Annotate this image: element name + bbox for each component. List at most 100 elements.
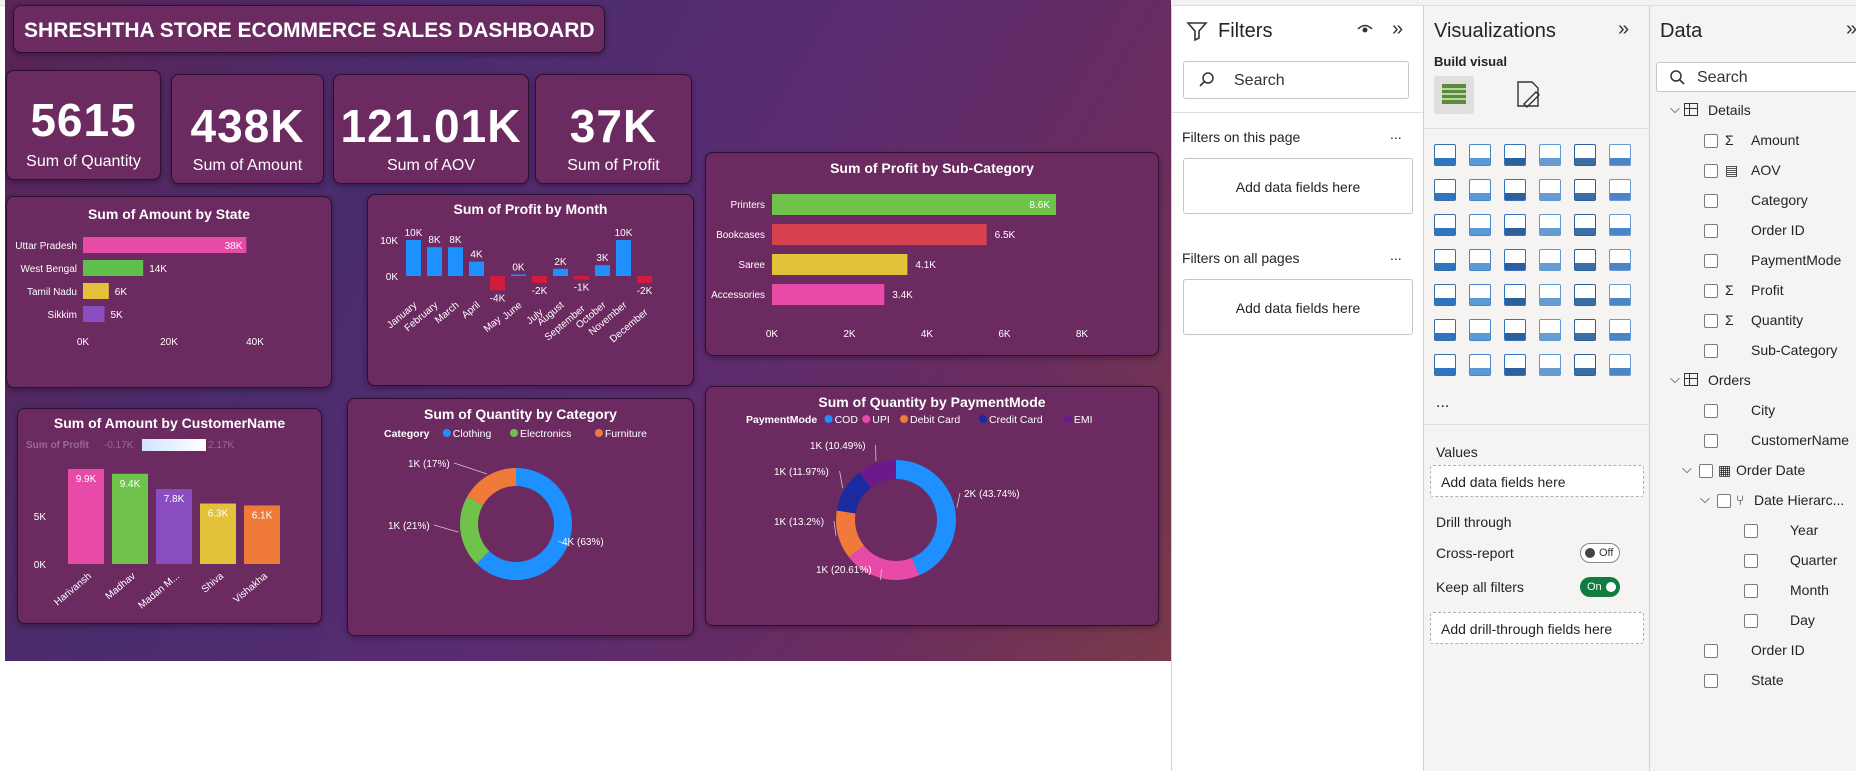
azure-map-icon[interactable] [1539, 249, 1561, 271]
chevron-down-icon[interactable]: ⌵ [1682, 461, 1692, 477]
field-checkbox[interactable] [1704, 224, 1718, 238]
field-checkbox[interactable] [1704, 194, 1718, 208]
python-visual-icon[interactable] [1434, 319, 1456, 341]
field-checkbox[interactable] [1704, 344, 1718, 358]
line-chart-icon[interactable] [1434, 179, 1456, 201]
diamond-icon[interactable] [1574, 354, 1596, 376]
treemap-icon[interactable] [1434, 249, 1456, 271]
waterfall-icon[interactable] [1609, 179, 1631, 201]
slicer-icon[interactable] [1504, 284, 1526, 306]
field-checkbox[interactable] [1744, 524, 1758, 538]
field-checkbox[interactable] [1704, 254, 1718, 268]
stacked-column-icon[interactable] [1539, 144, 1561, 166]
area-chart-icon[interactable] [1469, 179, 1491, 201]
drill-through-dropzone[interactable]: Add drill-through fields here [1430, 612, 1644, 644]
line-stacked-icon[interactable] [1434, 214, 1456, 236]
field-checkbox[interactable] [1704, 164, 1718, 178]
field-checkbox[interactable] [1704, 134, 1718, 148]
chevron-down-icon[interactable]: ⌵ [1670, 371, 1680, 387]
ribbon-chart-icon[interactable] [1539, 179, 1561, 201]
clustered-column-icon[interactable] [1469, 144, 1491, 166]
stacked-bar-icon[interactable] [1434, 144, 1456, 166]
chart-amount-by-customer[interactable]: Sum of Amount by CustomerName Sum of Pro… [17, 408, 322, 624]
gauge-icon[interactable] [1574, 249, 1596, 271]
key-influencers-icon[interactable] [1469, 319, 1491, 341]
table-icon[interactable] [1539, 284, 1561, 306]
kpi-card-aov[interactable]: 121.01K Sum of AOV [333, 74, 529, 184]
kpi-value: 37K [569, 100, 658, 152]
values-dropzone[interactable]: Add data fields here [1430, 465, 1644, 497]
collapse-data-icon[interactable]: » [1846, 18, 1856, 41]
arcgis-icon[interactable] [1539, 354, 1561, 376]
decomposition-tree-icon[interactable] [1504, 319, 1526, 341]
qa-icon[interactable] [1539, 319, 1561, 341]
map-icon[interactable] [1469, 249, 1491, 271]
chart-qty-by-category[interactable]: Sum of Quantity by Category Category Clot… [347, 398, 694, 636]
matrix-icon[interactable] [1574, 284, 1596, 306]
chevron-down-icon[interactable]: ⌵ [1700, 491, 1710, 507]
kpi-icon[interactable] [1469, 284, 1491, 306]
100-bar-icon[interactable] [1574, 144, 1596, 166]
field-checkbox[interactable] [1699, 464, 1713, 478]
report-canvas[interactable]: SHRESHTHA STORE ECOMMERCE SALES DASHBOAR… [5, 0, 1171, 661]
donut-icon[interactable] [1609, 214, 1631, 236]
chevron-visual-icon[interactable] [1609, 354, 1631, 376]
field-name: Sub-Category [1751, 342, 1838, 358]
100-column-icon[interactable] [1609, 144, 1631, 166]
line-column-icon[interactable] [1574, 179, 1596, 201]
paginated-report-icon[interactable] [1434, 354, 1456, 376]
smart-narrative-icon[interactable] [1574, 319, 1596, 341]
leader-line [956, 492, 961, 508]
dashboard-title-card[interactable]: SHRESHTHA STORE ECOMMERCE SALES DASHBOAR… [13, 5, 605, 53]
r-visual-icon[interactable] [1609, 284, 1631, 306]
chart-profit-by-subcategory[interactable]: Sum of Profit by Sub-Category Printers 8.… [705, 152, 1159, 356]
power-automate-icon[interactable] [1504, 354, 1526, 376]
kpi-card-quantity[interactable]: 5615 Sum of Quantity [6, 70, 161, 180]
filters-search-input[interactable]: Search [1183, 61, 1409, 99]
field-checkbox[interactable] [1744, 554, 1758, 568]
filters-all-pages-more[interactable]: ... [1390, 247, 1402, 263]
metrics-icon[interactable] [1609, 319, 1631, 341]
field-checkbox[interactable] [1717, 494, 1731, 508]
field-checkbox[interactable] [1704, 644, 1718, 658]
cross-report-toggle[interactable]: Off [1580, 543, 1620, 563]
kpi-card-profit[interactable]: 37K Sum of Profit [535, 74, 692, 184]
scatter-icon[interactable] [1539, 214, 1561, 236]
chart-amount-by-state[interactable]: Sum of Amount by State Uttar Pradesh 38K W… [6, 196, 332, 388]
field-checkbox[interactable] [1744, 584, 1758, 598]
field-checkbox[interactable] [1704, 434, 1718, 448]
filters-on-page-more[interactable]: ... [1390, 126, 1402, 142]
bar [772, 194, 1056, 215]
clustered-bar-icon[interactable] [1504, 144, 1526, 166]
filters-all-pages-dropzone[interactable]: Add data fields here [1183, 279, 1413, 335]
chart-profit-by-month[interactable]: Sum of Profit by Month 10K 0K 10K January 8K… [367, 194, 694, 386]
multirow-card-icon[interactable] [1434, 284, 1456, 306]
eye-icon[interactable] [1356, 20, 1374, 43]
field-checkbox[interactable] [1704, 314, 1718, 328]
collapse-filters-icon[interactable]: » [1392, 18, 1403, 41]
kpi-card-amount[interactable]: 438K Sum of Amount [171, 74, 324, 184]
collapse-visualizations-icon[interactable]: » [1618, 18, 1629, 41]
chevron-down-icon[interactable]: ⌵ [1670, 101, 1680, 117]
field-checkbox[interactable] [1704, 404, 1718, 418]
field-checkbox[interactable] [1704, 674, 1718, 688]
keep-all-filters-toggle[interactable]: On [1580, 577, 1620, 597]
build-visual-tab[interactable] [1434, 76, 1474, 114]
column-icon[interactable] [1469, 214, 1491, 236]
filled-map-icon[interactable] [1504, 249, 1526, 271]
visuals-more[interactable]: ... [1436, 394, 1449, 412]
filters-on-page-label: Filters on this page [1182, 129, 1301, 145]
power-apps-icon[interactable] [1469, 354, 1491, 376]
funnel-icon[interactable] [1504, 214, 1526, 236]
filters-title: Filters [1218, 20, 1273, 42]
format-visual-tab[interactable] [1512, 78, 1546, 117]
data-search-input[interactable]: Search [1656, 62, 1856, 92]
legend-item: Furniture [605, 428, 647, 440]
stacked-area-icon[interactable] [1504, 179, 1526, 201]
pie-icon[interactable] [1574, 214, 1596, 236]
chart-qty-by-payment[interactable]: Sum of Quantity by PaymentMode PaymentMo… [705, 386, 1159, 626]
field-checkbox[interactable] [1704, 284, 1718, 298]
filters-on-page-dropzone[interactable]: Add data fields here [1183, 158, 1413, 214]
card-icon[interactable] [1609, 249, 1631, 271]
field-checkbox[interactable] [1744, 614, 1758, 628]
